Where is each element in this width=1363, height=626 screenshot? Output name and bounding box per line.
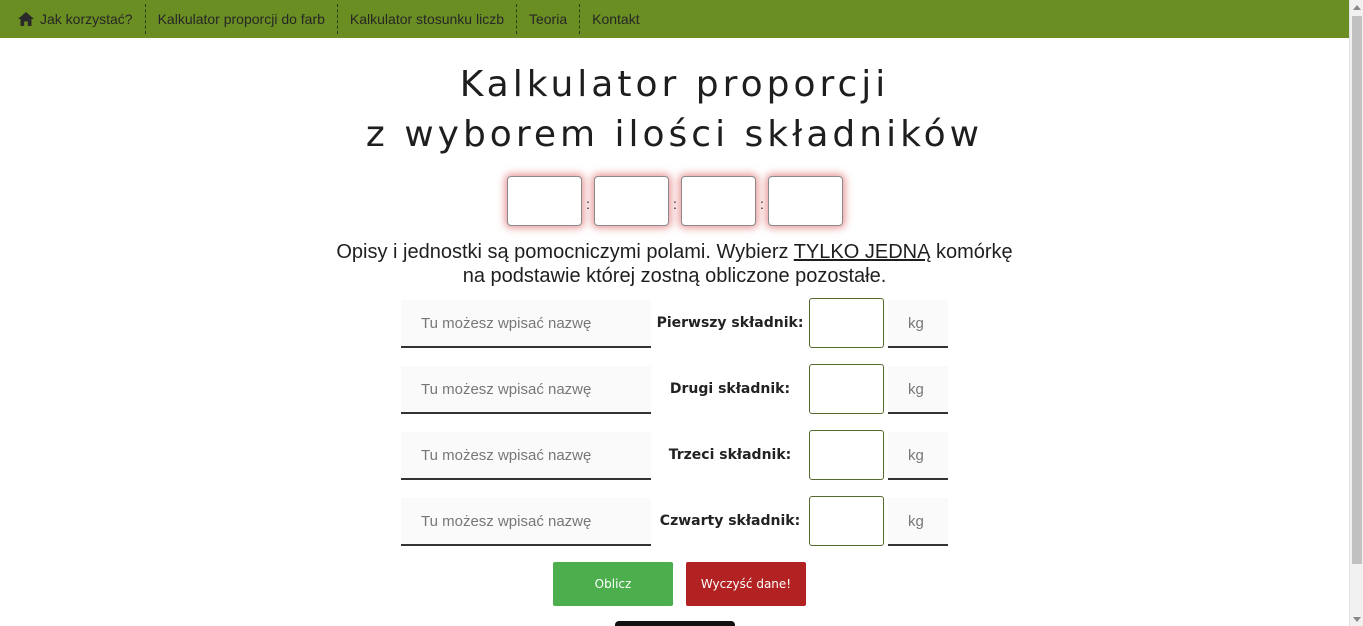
- instructions-text: komórkę: [930, 241, 1013, 263]
- ratio-input-2[interactable]: [594, 176, 669, 226]
- ratio-input-4[interactable]: [768, 176, 843, 226]
- instructions-line-1: Opisy i jednostki są pomocniczymi polami…: [0, 240, 1349, 264]
- clear-data-button[interactable]: Wyczyść dane!: [686, 562, 806, 606]
- ratio-separator: :: [586, 196, 590, 212]
- ratio-separator: :: [673, 196, 677, 212]
- bottom-element-edge: [615, 621, 735, 626]
- ingredient-name-input[interactable]: [401, 432, 651, 480]
- nav-item-label: Jak korzystać?: [40, 11, 133, 27]
- ingredient-unit-input[interactable]: [888, 366, 948, 414]
- nav-item-label: Kalkulator proporcji do farb: [157, 11, 325, 27]
- ingredient-name-input[interactable]: [401, 366, 651, 414]
- nav-item-label: Teoria: [528, 11, 568, 27]
- ingredient-unit-input[interactable]: [888, 498, 948, 546]
- ingredient-label: Trzeci składnik:: [668, 447, 792, 463]
- instructions-text: Opisy i jednostki są pomocniczymi polami…: [336, 241, 794, 263]
- scrollbar-thumb[interactable]: [1352, 16, 1362, 564]
- vertical-scrollbar[interactable]: [1349, 0, 1363, 626]
- ingredient-name-input[interactable]: [401, 498, 651, 546]
- ingredient-row-2: Drugi składnik:: [401, 364, 949, 414]
- ratio-input-3[interactable]: [681, 176, 756, 226]
- ingredient-row-1: Pierwszy składnik:: [401, 298, 949, 348]
- calculate-button[interactable]: Oblicz: [553, 562, 673, 606]
- ingredient-unit-input[interactable]: [888, 432, 948, 480]
- nav-item-how-to-use[interactable]: Jak korzystać?: [0, 4, 146, 34]
- top-navigation: Jak korzystać? Kalkulator proporcji do f…: [0, 0, 1349, 38]
- scroll-up-arrow-icon[interactable]: [1350, 0, 1363, 14]
- home-icon: [18, 12, 34, 26]
- ingredient-value-input[interactable]: [809, 298, 884, 348]
- ratio-separator: :: [760, 196, 764, 212]
- ingredient-label: Pierwszy składnik:: [656, 315, 804, 331]
- ratio-input-1[interactable]: [507, 176, 582, 226]
- nav-item-label: Kalkulator stosunku liczb: [349, 11, 504, 27]
- ingredient-row-3: Trzeci składnik:: [401, 430, 949, 480]
- page-title-line-1: Kalkulator proporcji: [459, 64, 890, 105]
- page-title-line-2: z wyborem ilości składników: [365, 114, 984, 155]
- ingredient-value-input[interactable]: [809, 496, 884, 546]
- ingredient-label: Drugi składnik:: [669, 381, 791, 397]
- instructions-line-2: na podstawie której zostną obliczone poz…: [462, 265, 887, 287]
- ratio-inputs: : : :: [507, 176, 843, 226]
- instructions-emphasis: TYLKO JEDNĄ: [793, 241, 931, 263]
- ingredient-name-input[interactable]: [401, 300, 651, 348]
- ingredient-unit-input[interactable]: [888, 300, 948, 348]
- nav-item-theory[interactable]: Teoria: [517, 4, 581, 34]
- ingredient-value-input[interactable]: [809, 364, 884, 414]
- nav-item-contact[interactable]: Kontakt: [580, 4, 651, 34]
- ingredient-value-input[interactable]: [809, 430, 884, 480]
- scroll-down-arrow-icon[interactable]: [1350, 612, 1363, 626]
- nav-item-ratio-calculator[interactable]: Kalkulator stosunku liczb: [338, 4, 517, 34]
- ingredient-label: Czwarty składnik:: [659, 513, 801, 529]
- nav-item-paint-calculator[interactable]: Kalkulator proporcji do farb: [146, 4, 338, 34]
- ingredient-row-4: Czwarty składnik:: [401, 496, 949, 546]
- nav-item-label: Kontakt: [592, 11, 640, 27]
